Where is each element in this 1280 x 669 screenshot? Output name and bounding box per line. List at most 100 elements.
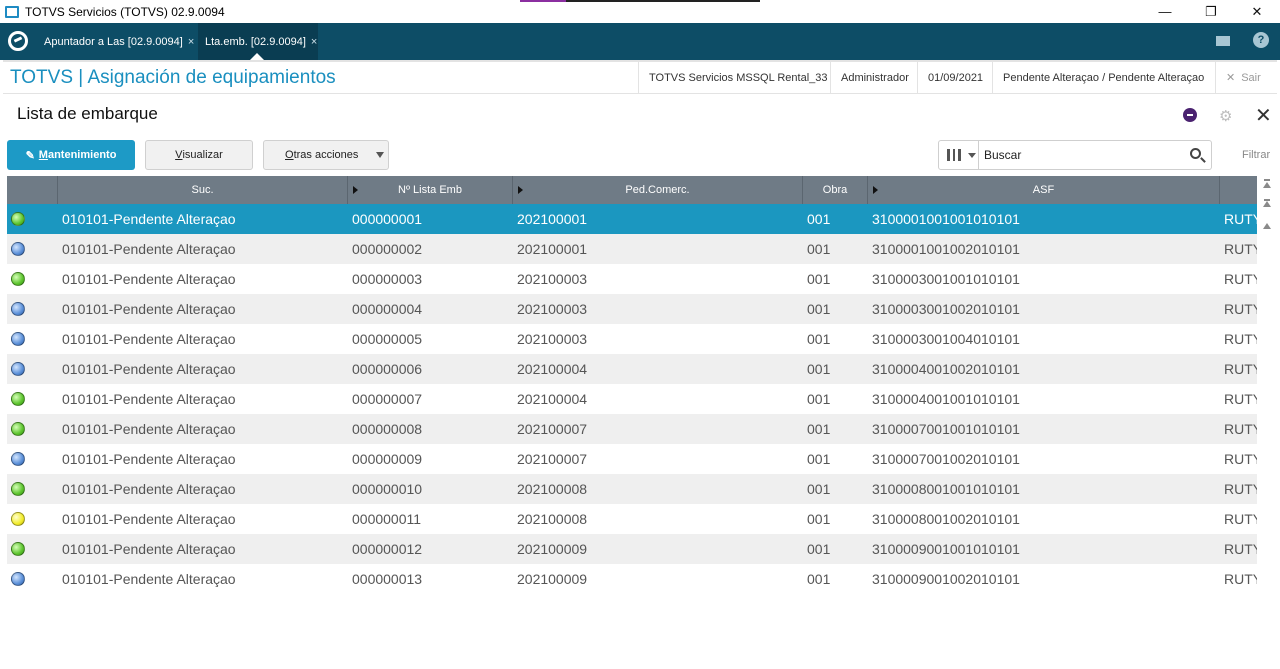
table-row[interactable]: 010101-Pendente Alteraçao 000000004 202100…: [7, 294, 1257, 324]
cell-suc: 010101-Pendente Alteraçao: [62, 211, 236, 227]
gear-icon[interactable]: ⚙: [1219, 107, 1232, 125]
cell-ped: 202100007: [517, 451, 588, 467]
cell-lista: 000000011: [352, 511, 422, 527]
grid-header: Suc. Nº Lista Emb Ped.Comerc. Obra ASF: [7, 176, 1257, 204]
status-blue-icon: [11, 452, 25, 466]
cell-suc: 010101-Pendente Alteraçao: [62, 481, 236, 497]
close-icon: ✕: [1226, 72, 1236, 84]
cell-extra: RUTY: [1224, 361, 1257, 377]
cell-ped: 202100003: [517, 271, 588, 287]
cell-obra: 001: [807, 421, 831, 437]
column-header-ped[interactable]: Ped.Comerc.: [513, 176, 803, 204]
button-mnemonic: O: [285, 149, 294, 161]
tab-apuntador[interactable]: Apuntador a Las [02.9.0094] ×: [37, 23, 197, 60]
visualizar-button[interactable]: Visualizar: [145, 140, 253, 170]
table-row[interactable]: 010101-Pendente Alteraçao 000000006 202100…: [7, 354, 1257, 384]
exit-button[interactable]: ✕ Sair: [1215, 62, 1271, 93]
cell-asf: 3100008001002010101: [872, 511, 1020, 527]
window-close-button[interactable]: ✕: [1234, 0, 1280, 23]
table-row[interactable]: 010101-Pendente Alteraçao 000000011 202100…: [7, 504, 1257, 534]
cell-obra: 001: [807, 451, 831, 467]
sort-arrow-icon: [518, 186, 523, 194]
column-header-lista[interactable]: Nº Lista Emb: [348, 176, 513, 204]
cell-suc: 010101-Pendente Alteraçao: [62, 541, 236, 557]
cell-extra: RUTY: [1224, 271, 1257, 287]
column-header-asf[interactable]: ASF: [868, 176, 1220, 204]
tab-close-icon[interactable]: ×: [311, 36, 317, 48]
column-header-label: Suc.: [191, 184, 214, 196]
column-header-suc[interactable]: Suc.: [58, 176, 348, 204]
cell-extra: RUTY: [1224, 481, 1257, 497]
active-tab-caret-icon: [250, 53, 264, 60]
tab-close-icon[interactable]: ×: [188, 36, 194, 48]
tab-lista-embarque[interactable]: Lta.emb. [02.9.0094] ×: [198, 23, 318, 60]
cell-suc: 010101-Pendente Alteraçao: [62, 571, 236, 587]
minus-circle-icon[interactable]: [1183, 108, 1197, 122]
vertical-scrollbar[interactable]: [1257, 176, 1277, 669]
cell-ped: 202100001: [517, 211, 588, 227]
maximize-button[interactable]: ❐: [1188, 0, 1234, 23]
cell-lista: 000000004: [352, 301, 423, 317]
cell-suc: 010101-Pendente Alteraçao: [62, 511, 236, 527]
cell-suc: 010101-Pendente Alteraçao: [62, 361, 236, 377]
cell-lista: 000000002: [352, 241, 423, 257]
cell-suc: 010101-Pendente Alteraçao: [62, 451, 236, 467]
cell-lista: 000000007: [352, 391, 423, 407]
table-row[interactable]: 010101-Pendente Alteraçao 000000001 202100…: [7, 204, 1257, 234]
help-icon[interactable]: ?: [1253, 32, 1269, 48]
app-window: TOTVS Servicios (TOTVS) 02.9.0094 — ❐ ✕ …: [0, 0, 1280, 669]
scroll-top-icon[interactable]: [1263, 182, 1271, 188]
scroll-up-icon[interactable]: [1263, 223, 1271, 229]
column-header-obra[interactable]: Obra: [803, 176, 868, 204]
cell-lista: 000000013: [352, 571, 423, 587]
cell-obra: 001: [807, 481, 831, 497]
columns-icon: [947, 149, 961, 161]
search-icon[interactable]: [1190, 148, 1201, 159]
table-row[interactable]: 010101-Pendente Alteraçao 000000005 202100…: [7, 324, 1257, 354]
table-row[interactable]: 010101-Pendente Alteraçao 000000008 202100…: [7, 414, 1257, 444]
chevron-down-icon: [968, 153, 976, 158]
cell-extra: RUTY: [1224, 241, 1257, 257]
table-row[interactable]: 010101-Pendente Alteraçao 000000012 202100…: [7, 534, 1257, 564]
table-row[interactable]: 010101-Pendente Alteraçao 000000007 202100…: [7, 384, 1257, 414]
minimize-button[interactable]: —: [1142, 0, 1188, 23]
sort-arrow-icon: [873, 186, 878, 194]
tab-label: Lta.emb. [02.9.0094]: [205, 35, 306, 48]
column-header-extra[interactable]: [1220, 176, 1257, 204]
search-input[interactable]: [984, 146, 1174, 164]
mantenimiento-button[interactable]: ✎ Mantenimiento: [7, 140, 135, 170]
table-row[interactable]: 010101-Pendente Alteraçao 000000009 202100…: [7, 444, 1257, 474]
scroll-page-up-icon[interactable]: [1263, 201, 1271, 207]
cell-extra: RUTY: [1224, 571, 1257, 587]
filtrar-link[interactable]: Filtrar: [1242, 149, 1270, 161]
status-green-icon: [11, 392, 25, 406]
table-row[interactable]: 010101-Pendente Alteraçao 000000002 202100…: [7, 234, 1257, 264]
sort-arrow-icon: [353, 186, 358, 194]
cell-lista: 000000009: [352, 451, 423, 467]
otras-acciones-dropdown[interactable]: Otras acciones: [263, 140, 389, 170]
cell-asf: 3100001001001010101: [872, 211, 1020, 227]
table-row[interactable]: 010101-Pendente Alteraçao 000000013 202100…: [7, 564, 1257, 594]
page-close-icon[interactable]: ✕: [1255, 103, 1272, 128]
column-selector-button[interactable]: [938, 140, 979, 170]
status-green-icon: [11, 542, 25, 556]
status-blue-icon: [11, 302, 25, 316]
cell-extra: RUTY: [1224, 331, 1257, 347]
cell-ped: 202100004: [517, 361, 588, 377]
status-green-icon: [11, 482, 25, 496]
column-header-label: Ped.Comerc.: [625, 184, 690, 196]
taskbar-highlight: [520, 0, 566, 2]
button-label: isualizar: [182, 149, 223, 161]
cell-extra: RUTY: [1224, 211, 1257, 227]
exit-label: Sair: [1241, 71, 1261, 84]
table-row[interactable]: 010101-Pendente Alteraçao 000000010 202100…: [7, 474, 1257, 504]
cell-extra: RUTY: [1224, 511, 1257, 527]
cell-extra: RUTY: [1224, 391, 1257, 407]
mail-icon[interactable]: [1216, 36, 1230, 46]
button-mnemonic: M: [38, 149, 48, 161]
table-row[interactable]: 010101-Pendente Alteraçao 000000003 202100…: [7, 264, 1257, 294]
cell-asf: 3100001001002010101: [872, 241, 1020, 257]
cell-ped: 202100001: [517, 241, 588, 257]
cell-extra: RUTY: [1224, 541, 1257, 557]
totvs-logo-icon[interactable]: [8, 31, 28, 51]
